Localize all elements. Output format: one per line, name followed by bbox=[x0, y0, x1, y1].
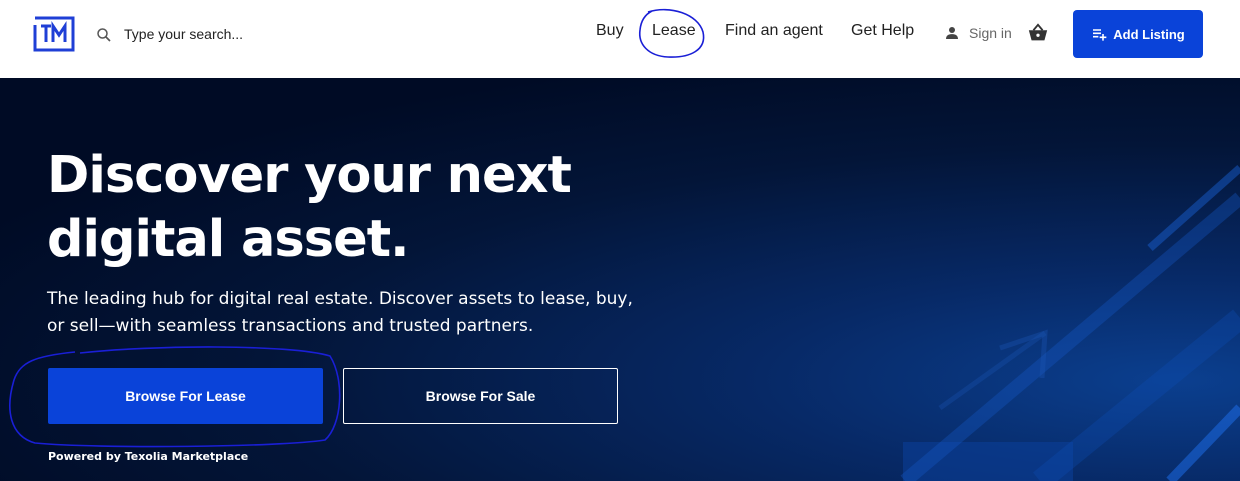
sign-in-link[interactable]: Sign in bbox=[943, 24, 1012, 42]
add-listing-label: Add Listing bbox=[1113, 26, 1185, 42]
hero-title-line-2: digital asset. bbox=[47, 210, 409, 269]
powered-by-text: Powered by Texolia Marketplace bbox=[48, 450, 249, 463]
sign-in-label: Sign in bbox=[969, 25, 1012, 41]
browse-for-lease-button[interactable]: Browse For Lease bbox=[48, 368, 323, 424]
hero-title: Discover your next digital asset. bbox=[47, 144, 667, 272]
search-input[interactable] bbox=[120, 20, 428, 48]
add-listing-button[interactable]: Add Listing bbox=[1073, 10, 1203, 58]
logo-icon[interactable] bbox=[33, 16, 75, 52]
hero-section: Discover your next digital asset. The le… bbox=[0, 78, 1240, 481]
search-icon[interactable] bbox=[95, 26, 113, 44]
hero-title-line-1: Discover your next bbox=[47, 146, 572, 205]
nav-buy[interactable]: Buy bbox=[596, 22, 624, 40]
browse-for-sale-button[interactable]: Browse For Sale bbox=[343, 368, 618, 424]
nav-find-an-agent[interactable]: Find an agent bbox=[725, 22, 823, 40]
site-header: Buy Lease Find an agent Get Help Sign in… bbox=[0, 0, 1240, 78]
hero-subtitle: The leading hub for digital real estate.… bbox=[47, 289, 633, 336]
person-icon bbox=[946, 27, 958, 39]
playlist-add-icon bbox=[1093, 29, 1107, 41]
cart-icon[interactable] bbox=[1027, 22, 1049, 44]
nav-get-help[interactable]: Get Help bbox=[851, 22, 914, 40]
nav-lease[interactable]: Lease bbox=[652, 22, 696, 40]
